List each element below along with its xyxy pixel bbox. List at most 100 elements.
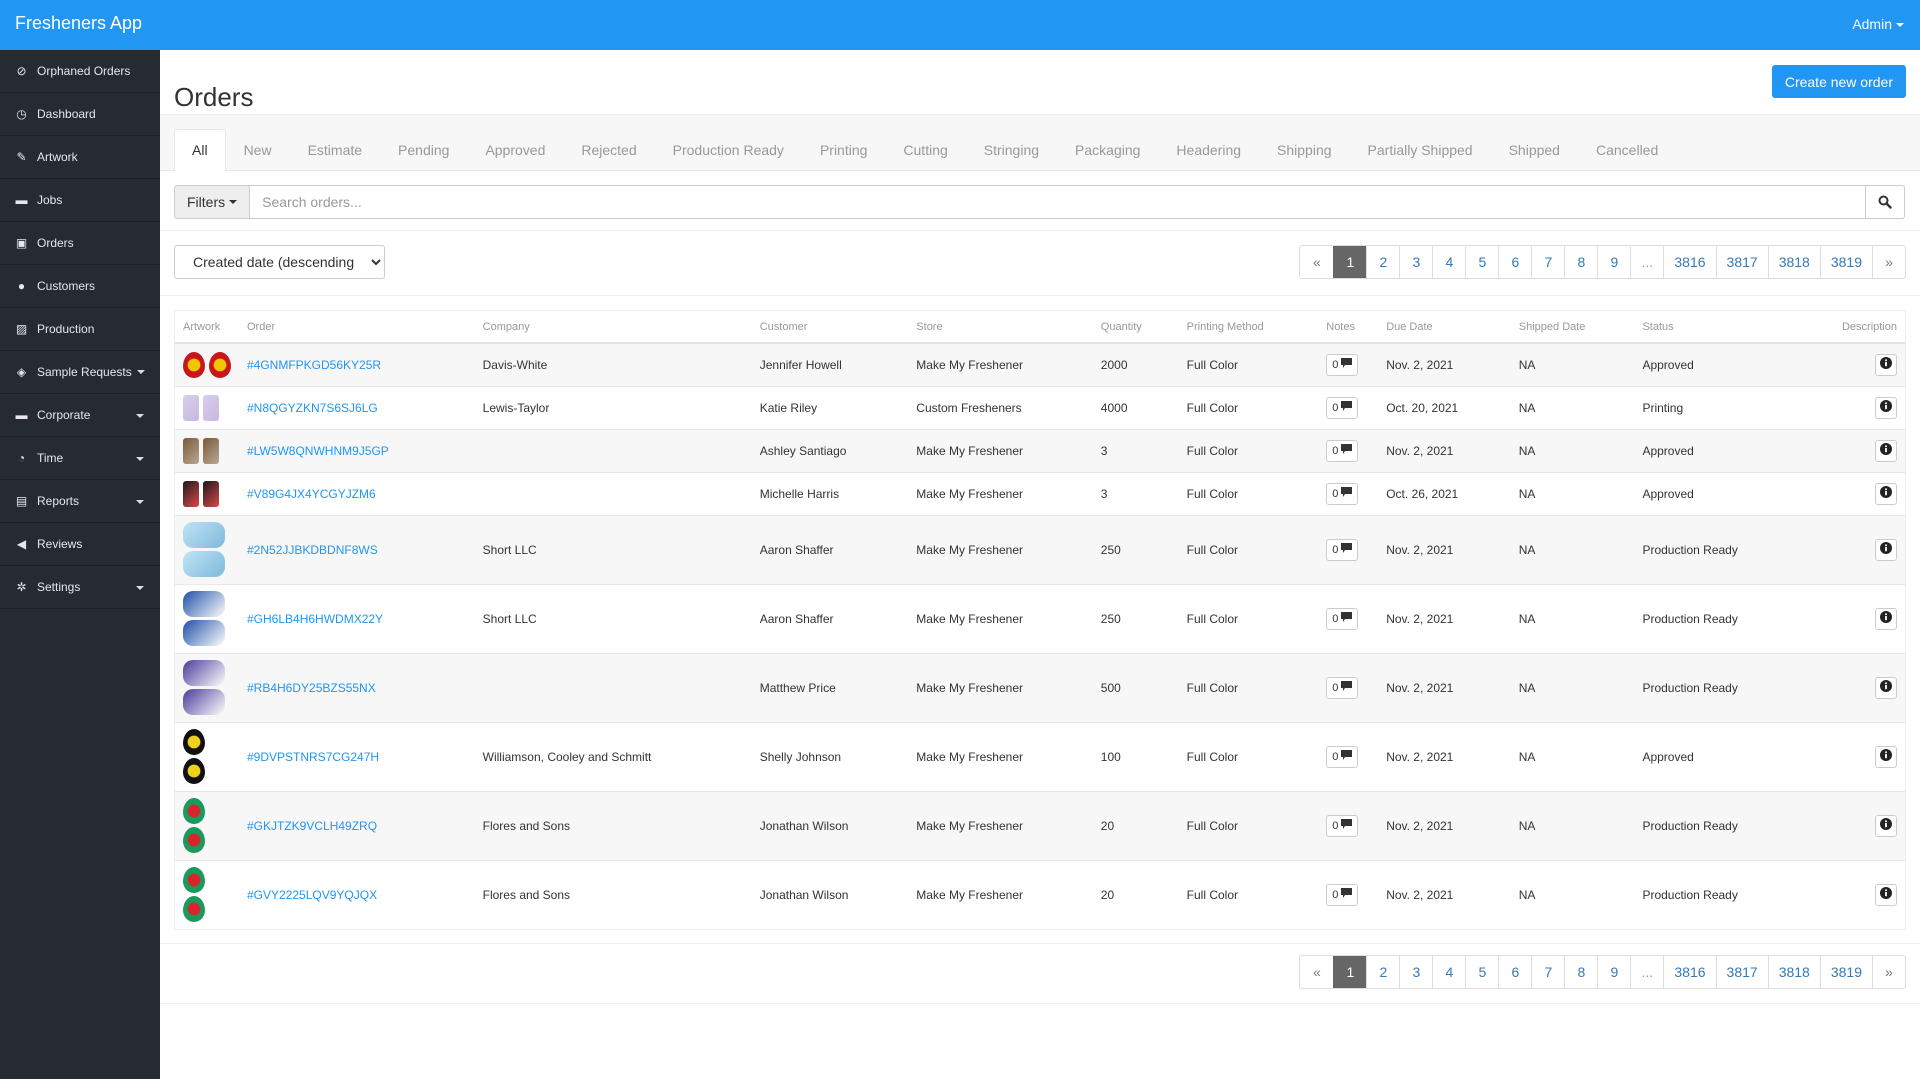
notes-button[interactable]: 0 <box>1326 814 1359 837</box>
tab-rejected[interactable]: Rejected <box>563 129 654 172</box>
description-button[interactable] <box>1875 676 1897 699</box>
description-button[interactable] <box>1875 745 1897 768</box>
artwork-thumbnails[interactable] <box>183 660 231 715</box>
sidebar-item-jobs[interactable]: ▬ Jobs <box>0 179 160 222</box>
pagination-prev[interactable]: « <box>1300 956 1333 988</box>
pagination-page[interactable]: 1 <box>1333 956 1367 988</box>
artwork-thumbnail[interactable] <box>183 689 225 715</box>
pagination-page[interactable]: 7 <box>1531 956 1564 988</box>
description-button[interactable] <box>1875 883 1897 906</box>
artwork-thumbnail[interactable] <box>183 480 199 507</box>
description-button[interactable] <box>1875 482 1897 505</box>
artwork-thumbnail[interactable] <box>209 351 231 378</box>
pagination-page[interactable]: 3816 <box>1663 956 1715 988</box>
tab-stringing[interactable]: Stringing <box>966 129 1057 172</box>
pagination-page[interactable]: 3818 <box>1767 246 1820 278</box>
artwork-thumbnails[interactable] <box>183 394 231 421</box>
artwork-thumbnails[interactable] <box>183 351 231 378</box>
tab-packaging[interactable]: Packaging <box>1057 129 1158 172</box>
order-link[interactable]: #RB4H6DY25BZS55NX <box>247 681 376 695</box>
sidebar-item-artwork[interactable]: ✎ Artwork <box>0 136 160 179</box>
sidebar-item-reviews[interactable]: ◀ Reviews <box>0 523 160 566</box>
sort-order-select[interactable]: Created date (descending) <box>174 245 385 279</box>
description-button[interactable] <box>1875 439 1897 462</box>
tab-shipping[interactable]: Shipping <box>1259 129 1350 172</box>
order-link[interactable]: #9DVPSTNRS7CG247H <box>247 750 379 764</box>
pagination-page[interactable]: 9 <box>1597 956 1630 988</box>
pagination-page[interactable]: 4 <box>1432 246 1465 278</box>
tab-production-ready[interactable]: Production Ready <box>655 129 802 172</box>
artwork-thumbnails[interactable] <box>183 591 231 646</box>
pagination-next[interactable]: » <box>1872 956 1905 988</box>
artwork-thumbnails[interactable] <box>183 437 231 464</box>
tab-estimate[interactable]: Estimate <box>290 129 380 172</box>
artwork-thumbnails[interactable] <box>183 480 231 507</box>
artwork-thumbnail[interactable] <box>203 394 219 421</box>
tab-cutting[interactable]: Cutting <box>885 129 965 172</box>
artwork-thumbnail[interactable] <box>183 522 225 548</box>
pagination-prev[interactable]: « <box>1300 246 1333 278</box>
artwork-thumbnail[interactable] <box>183 660 225 686</box>
tab-all[interactable]: All <box>174 129 226 171</box>
pagination-page[interactable]: 5 <box>1465 956 1498 988</box>
pagination-page[interactable]: 3818 <box>1767 956 1820 988</box>
sidebar-item-dashboard[interactable]: ◷ Dashboard <box>0 93 160 136</box>
order-link[interactable]: #GKJTZK9VCLH49ZRQ <box>247 819 377 833</box>
order-link[interactable]: #LW5W8QNWHNM9J5GP <box>247 444 389 458</box>
artwork-thumbnails[interactable] <box>183 867 231 923</box>
order-link[interactable]: #GH6LB4H6HWDMX22Y <box>247 612 383 626</box>
notes-button[interactable]: 0 <box>1326 439 1359 462</box>
sidebar-item-production[interactable]: ▨ Production <box>0 308 160 351</box>
tab-cancelled[interactable]: Cancelled <box>1578 129 1676 172</box>
description-button[interactable] <box>1875 814 1897 837</box>
pagination-page[interactable]: 3 <box>1399 246 1432 278</box>
tab-shipped[interactable]: Shipped <box>1491 129 1578 172</box>
artwork-thumbnail[interactable] <box>183 437 199 464</box>
sidebar-item-settings[interactable]: ✲ Settings <box>0 566 160 609</box>
artwork-thumbnail[interactable] <box>183 827 205 853</box>
order-link[interactable]: #V89G4JX4YCGYJZM6 <box>247 487 376 501</box>
artwork-thumbnail[interactable] <box>183 896 205 923</box>
order-link[interactable]: #GVY2225LQV9YQJQX <box>247 888 377 902</box>
pagination-page[interactable]: 3817 <box>1715 246 1768 278</box>
artwork-thumbnail[interactable] <box>183 394 199 421</box>
sidebar-item-sample-requests[interactable]: ◈ Sample Requests <box>0 351 160 394</box>
pagination-page[interactable]: 8 <box>1564 956 1597 988</box>
pagination-next[interactable]: » <box>1872 246 1905 278</box>
sidebar-item-corporate[interactable]: ▬ Corporate <box>0 394 160 437</box>
tab-printing[interactable]: Printing <box>802 129 885 172</box>
pagination-page[interactable]: 9 <box>1597 246 1630 278</box>
tab-approved[interactable]: Approved <box>467 129 563 172</box>
pagination-page[interactable]: 3817 <box>1715 956 1768 988</box>
artwork-thumbnail[interactable] <box>183 351 205 378</box>
description-button[interactable] <box>1875 607 1897 630</box>
artwork-thumbnail[interactable] <box>183 758 205 784</box>
tab-new[interactable]: New <box>226 129 290 172</box>
notes-button[interactable]: 0 <box>1326 607 1359 630</box>
artwork-thumbnail[interactable] <box>203 480 219 507</box>
search-button[interactable] <box>1866 185 1905 219</box>
description-button[interactable] <box>1875 538 1897 561</box>
sidebar-item-reports[interactable]: ▤ Reports <box>0 480 160 523</box>
artwork-thumbnails[interactable] <box>183 522 231 577</box>
notes-button[interactable]: 0 <box>1326 883 1359 906</box>
pagination-page[interactable]: 5 <box>1465 246 1498 278</box>
artwork-thumbnails[interactable] <box>183 798 231 853</box>
pagination-page[interactable]: 8 <box>1564 246 1597 278</box>
pagination-page[interactable]: 3816 <box>1663 246 1715 278</box>
pagination-page[interactable]: 6 <box>1498 956 1531 988</box>
sidebar-item-orders[interactable]: ▣ Orders <box>0 222 160 265</box>
description-button[interactable] <box>1875 353 1897 376</box>
artwork-thumbnail[interactable] <box>183 729 205 755</box>
notes-button[interactable]: 0 <box>1326 676 1359 699</box>
artwork-thumbnail[interactable] <box>183 551 225 577</box>
artwork-thumbnail[interactable] <box>183 798 205 824</box>
filters-dropdown-button[interactable]: Filters <box>174 185 251 219</box>
sidebar-item-customers[interactable]: ● Customers <box>0 265 160 308</box>
pagination-page[interactable]: 6 <box>1498 246 1531 278</box>
pagination-page[interactable]: 2 <box>1366 956 1399 988</box>
description-button[interactable] <box>1875 396 1897 419</box>
notes-button[interactable]: 0 <box>1326 396 1359 419</box>
search-orders-input[interactable] <box>250 185 1866 219</box>
tab-headering[interactable]: Headering <box>1158 129 1259 172</box>
